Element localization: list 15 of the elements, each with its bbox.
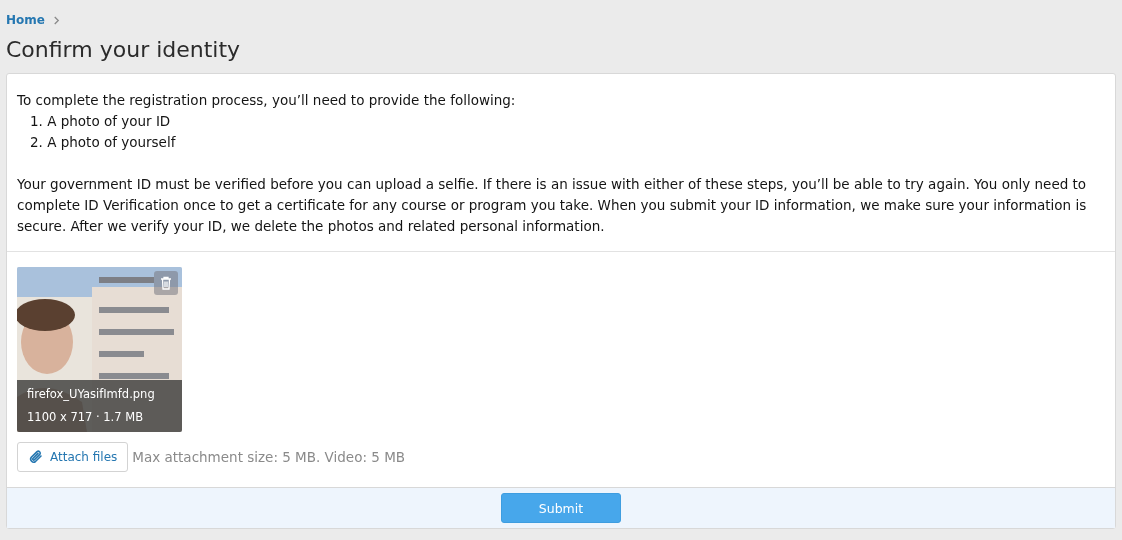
chevron-icon xyxy=(52,15,60,25)
intro-paragraph: Your government ID must be verified before you can upload a selfie. If there is an issue with either of these steps, you’ll be able to try again. You only need to complete ID Verification once to get a certificate for any course or program you take. When you submit your ID information, we make sure your information is secure. After we verify your ID, we delete the photos and related personal information. xyxy=(17,175,1088,236)
file-info: 1100 x 717 · 1.7 MB xyxy=(27,410,145,425)
list-item: 2. A photo of yourself xyxy=(29,133,177,152)
file-name: firefox_UYasifImfd.png xyxy=(27,387,156,402)
paperclip-icon xyxy=(28,449,44,465)
trash-icon xyxy=(160,276,172,290)
page-title: Confirm your identity xyxy=(6,36,242,64)
submit-button[interactable]: Submit xyxy=(501,493,621,523)
delete-button[interactable] xyxy=(154,271,178,295)
attachment-hint: Max attachment size: 5 MB. Video: 5 MB xyxy=(132,449,406,465)
intro-text: To complete the registration process, you’ll need to provide the following: xyxy=(17,91,517,110)
attach-files-button[interactable]: Attach files xyxy=(17,442,129,472)
breadcrumb-link[interactable]: Home xyxy=(6,13,45,27)
list-item: 1. A photo of your ID xyxy=(29,112,172,131)
